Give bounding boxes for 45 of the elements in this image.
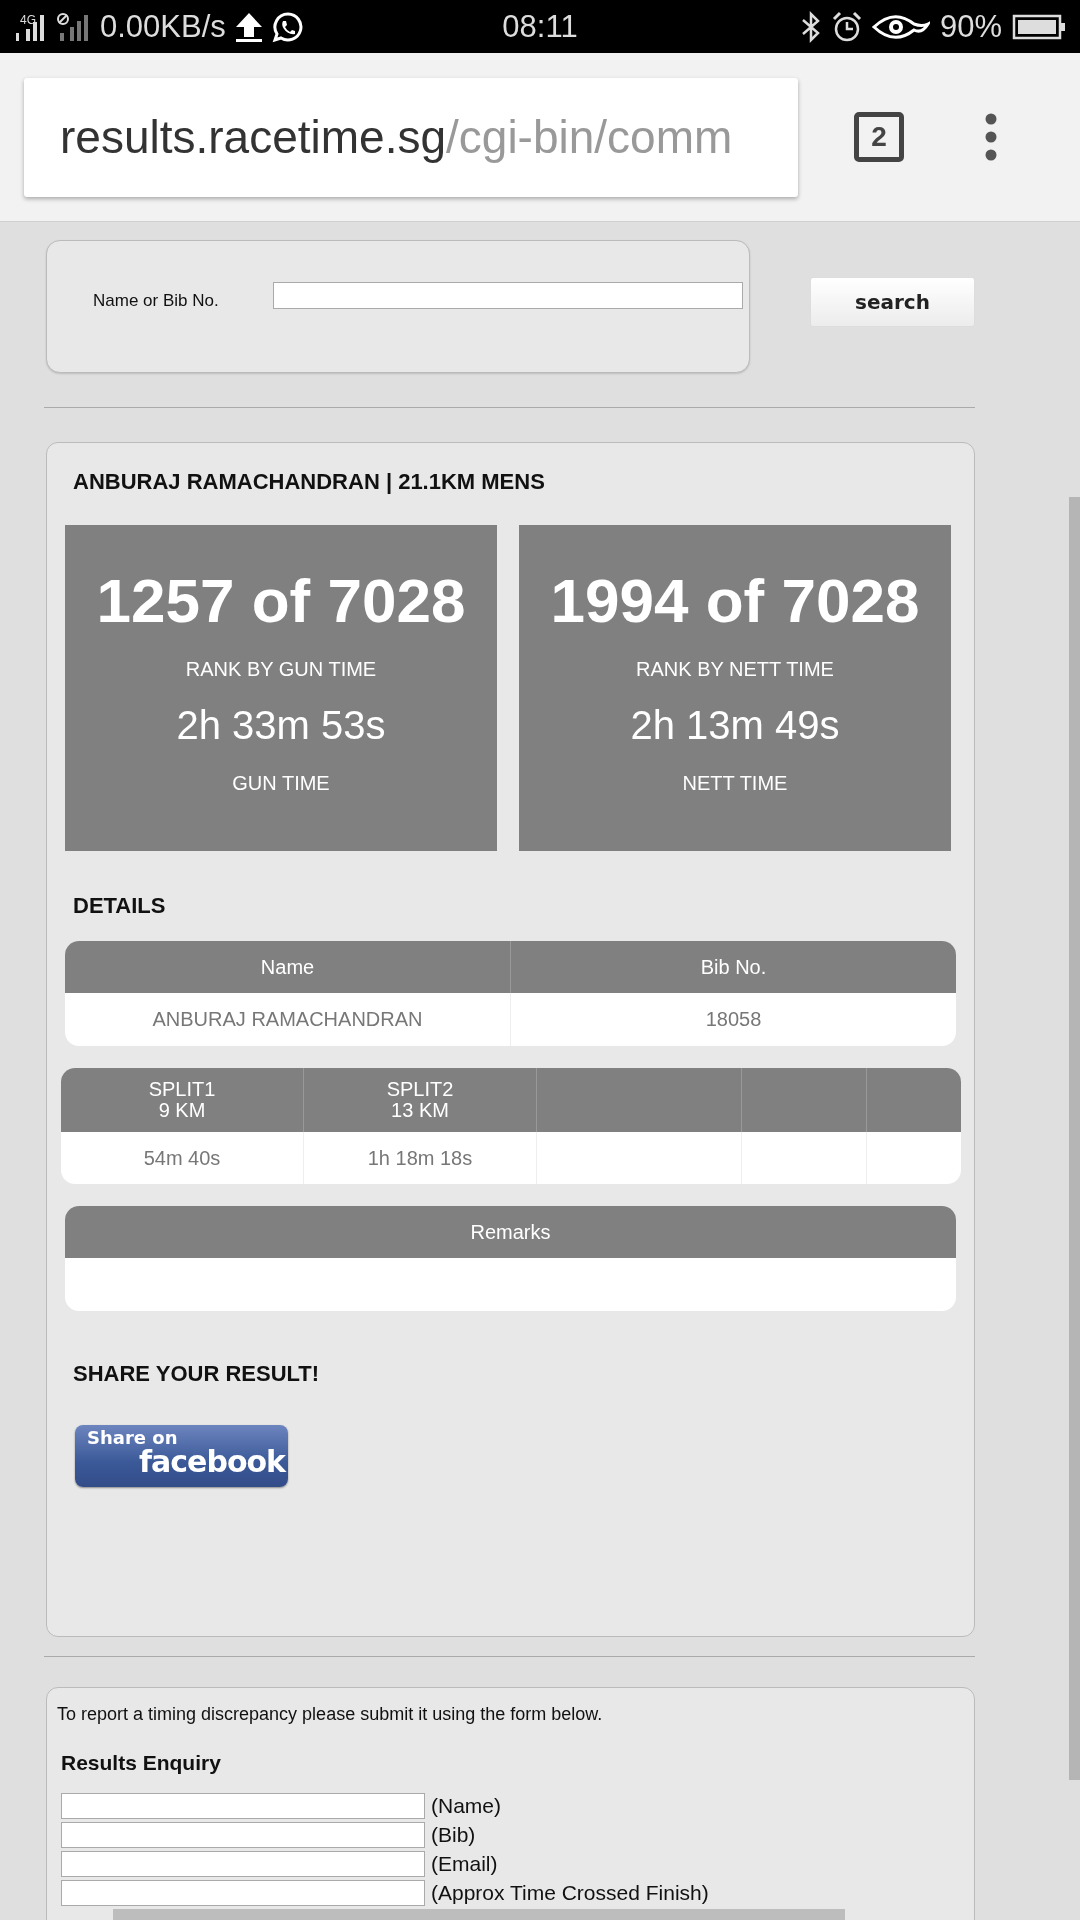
- rank-label: RANK BY NETT TIME: [636, 658, 834, 681]
- field-label: (Bib): [431, 1823, 476, 1847]
- rank-value: 1257 of 7028: [96, 565, 466, 636]
- field-label: (Approx Time Crossed Finish): [431, 1881, 709, 1905]
- input-field[interactable]: [61, 1880, 425, 1906]
- battery-icon: [1012, 12, 1068, 41]
- rank-value: 1994 of 7028: [550, 565, 920, 636]
- time-value: 2h 33m 53s: [176, 703, 386, 748]
- clock-time: 08:11: [502, 8, 578, 44]
- table-cell-text: 18058: [704, 1007, 763, 1032]
- chat-icon: [271, 10, 304, 43]
- section-heading: SHARE YOUR RESULT!: [73, 1361, 321, 1387]
- table-cell: 1h 18m 18s: [304, 1132, 537, 1184]
- scrollbar[interactable]: [1069, 497, 1080, 1780]
- table-cell: ANBURAJ RAMACHANDRAN: [65, 993, 511, 1046]
- tab-count-button[interactable]: 2: [854, 112, 904, 162]
- field-label: Name or Bib No.: [93, 290, 220, 311]
- share-button[interactable]: Share on facebook: [75, 1425, 288, 1487]
- search-field[interactable]: [273, 282, 743, 309]
- field-label: (Name): [431, 1794, 501, 1818]
- column-header: Name: [65, 941, 511, 993]
- network-type: 4G: [20, 13, 36, 26]
- result-title: ANBURAJ RAMACHANDRAN | 21.1KM MENS: [73, 469, 546, 495]
- column-header: SPLIT1 9 KM: [61, 1068, 304, 1132]
- column-header: Bib No.: [699, 954, 768, 980]
- column-header: Remarks: [469, 1219, 552, 1245]
- address-bar[interactable]: results.racetime.sg/cgi-bin/comm: [24, 77, 798, 197]
- time-label: GUN TIME: [232, 772, 330, 795]
- field-label: (Email): [431, 1852, 498, 1876]
- alarm-icon: [831, 10, 862, 43]
- menu-icon[interactable]: [984, 113, 998, 161]
- input-field[interactable]: [61, 1822, 425, 1848]
- column-header: SPLIT2 13 KM: [304, 1068, 537, 1132]
- form-heading: Results Enquiry: [61, 1751, 222, 1775]
- rank-label: RANK BY GUN TIME: [185, 658, 377, 681]
- section-heading: DETAILS: [73, 893, 167, 919]
- data-speed: 0.00KB/s: [100, 8, 226, 45]
- search-button[interactable]: search: [810, 277, 975, 327]
- intro-text: To report a timing discrepancy please submit it using the form below.: [57, 1704, 604, 1725]
- battery-percent: 90%: [939, 8, 1002, 45]
- input-field[interactable]: [61, 1851, 425, 1877]
- time-value: 2h 13m 49s: [630, 703, 840, 748]
- table-cell: 54m 40s: [61, 1132, 304, 1184]
- time-label: NETT TIME: [682, 772, 788, 795]
- input-field[interactable]: [61, 1793, 425, 1819]
